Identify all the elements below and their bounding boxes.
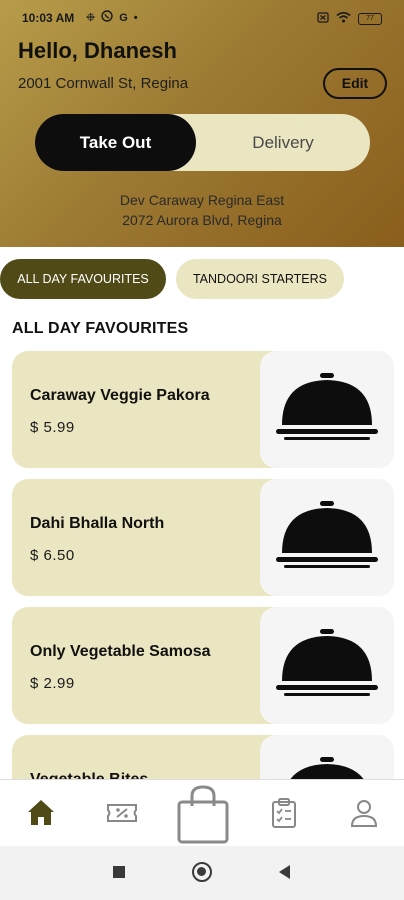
delivery-option[interactable]: Delivery bbox=[196, 114, 370, 171]
dot-icon: • bbox=[133, 12, 138, 24]
whatsapp-icon bbox=[101, 10, 113, 26]
delivery-address: 2001 Cornwall St, Regina bbox=[18, 75, 189, 92]
menu-item-price: $ 2.99 bbox=[30, 675, 75, 692]
menu-item-name: Only Vegetable Samosa bbox=[30, 643, 211, 660]
menu-item-name: Dahi Bhalla North bbox=[30, 515, 165, 532]
orders-icon[interactable] bbox=[267, 796, 301, 830]
menu-item-price: $ 5.99 bbox=[30, 419, 75, 436]
category-chip-tandoori-starters[interactable]: TANDOORI STARTERS bbox=[176, 259, 344, 299]
menu-item-name: Vegetable Bites bbox=[30, 771, 148, 779]
take-out-option[interactable]: Take Out bbox=[35, 114, 196, 171]
edit-address-button[interactable]: Edit bbox=[323, 68, 387, 99]
menu-item-card[interactable]: Only Vegetable Samosa $ 2.99 bbox=[12, 607, 394, 724]
google-icon: G bbox=[119, 12, 128, 24]
battery-icon: 77 bbox=[358, 13, 382, 25]
recents-icon[interactable] bbox=[113, 866, 125, 878]
status-time: 10:03 AM bbox=[22, 11, 75, 25]
wifi-icon bbox=[336, 10, 351, 28]
bottom-nav bbox=[0, 779, 404, 846]
home-icon[interactable] bbox=[24, 796, 58, 830]
menu-item-image bbox=[260, 607, 394, 724]
section-title: ALL DAY FAVOURITES bbox=[12, 320, 189, 337]
system-nav-bar bbox=[0, 846, 404, 900]
back-icon[interactable] bbox=[279, 865, 290, 879]
menu-item-card[interactable]: Vegetable Bites bbox=[12, 735, 394, 779]
cloche-icon bbox=[276, 373, 378, 440]
menu-item-card[interactable]: Caraway Veggie Pakora $ 5.99 bbox=[12, 351, 394, 468]
cloche-icon bbox=[276, 629, 378, 696]
menu-item-image bbox=[260, 351, 394, 468]
status-bar: 10:03 AM ❉ G • 77 bbox=[0, 0, 404, 36]
order-mode-toggle: Take Out Delivery bbox=[35, 114, 370, 171]
coupon-icon[interactable] bbox=[105, 796, 139, 830]
cloche-icon bbox=[290, 757, 364, 779]
menu-item-price: $ 6.50 bbox=[30, 547, 75, 564]
greeting: Hello, Dhanesh bbox=[18, 38, 177, 63]
profile-icon[interactable] bbox=[347, 796, 381, 830]
cart-icon[interactable] bbox=[176, 784, 230, 844]
category-chip-all-day-favourites[interactable]: ALL DAY FAVOURITES bbox=[0, 259, 166, 299]
menu-item-card[interactable]: Dahi Bhalla North $ 6.50 bbox=[12, 479, 394, 596]
status-left-icons: ❉ G • bbox=[86, 10, 138, 26]
header: 10:03 AM ❉ G • 77 Hello, Dhanesh 2001 Co… bbox=[0, 0, 404, 247]
home-button-icon[interactable] bbox=[192, 862, 212, 882]
menu-item-name: Caraway Veggie Pakora bbox=[30, 387, 210, 404]
store-name: Dev Caraway Regina East bbox=[119, 192, 285, 208]
menu-item-image bbox=[260, 479, 394, 596]
store-address: 2072 Aurora Blvd, Regina bbox=[122, 212, 282, 228]
cloche-icon bbox=[276, 501, 378, 568]
settings-icon: ❉ bbox=[86, 12, 96, 24]
menu-item-image bbox=[260, 735, 394, 779]
status-right-icons: 77 bbox=[317, 10, 382, 28]
sim-icon bbox=[317, 10, 329, 28]
menu-list: Caraway Veggie Pakora $ 5.99 Dahi Bhalla… bbox=[12, 351, 394, 779]
